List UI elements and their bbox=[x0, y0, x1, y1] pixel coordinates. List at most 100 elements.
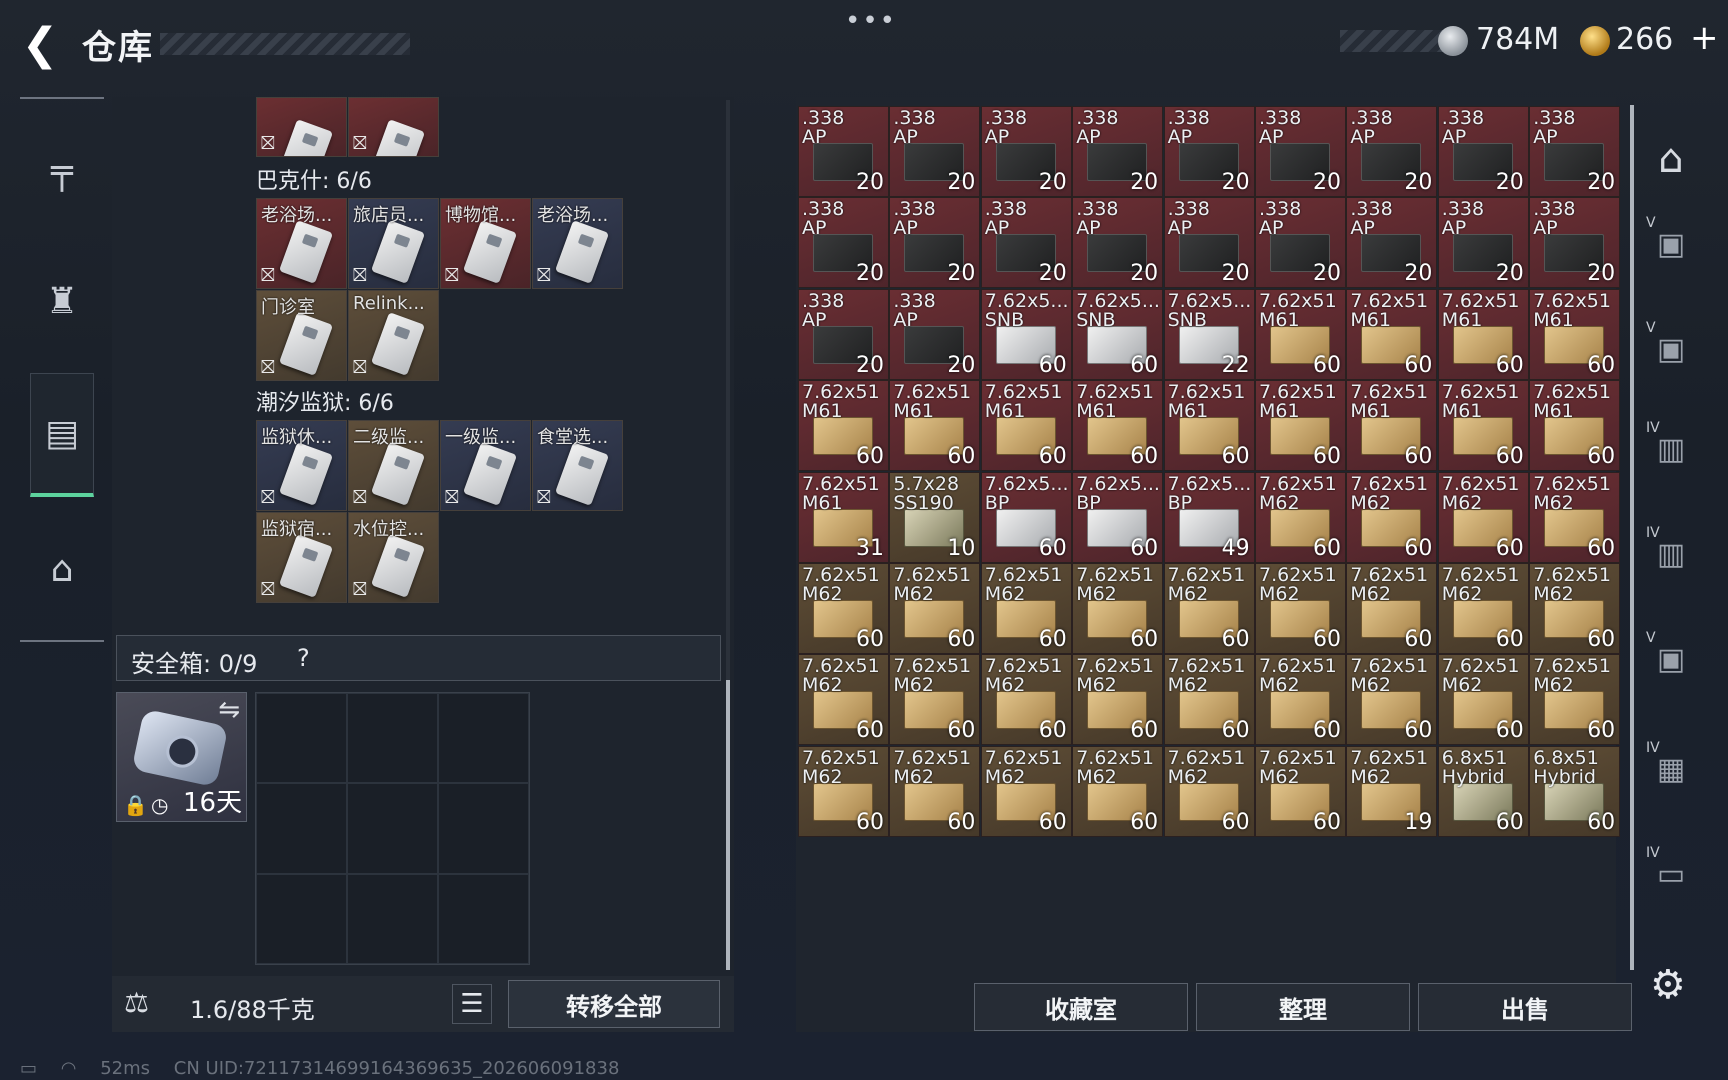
ammo-slot[interactable]: 7.62x51 M62 60 bbox=[1437, 654, 1529, 746]
ammo-slot[interactable]: 7.62x51 M61 60 bbox=[980, 380, 1072, 472]
ammo-slot[interactable]: 7.62x51 M62 60 bbox=[1255, 745, 1346, 837]
ammo-slot[interactable]: 7.62x51 M61 60 bbox=[1529, 288, 1621, 380]
ammo-slot[interactable]: .338 AP 20 bbox=[1529, 197, 1621, 289]
back-arrow-icon[interactable]: ❮ bbox=[18, 19, 62, 70]
key-slot[interactable]: 门诊室 ⛝ bbox=[256, 290, 347, 381]
ammo-slot[interactable]: 7.62x5... BP 49 bbox=[1163, 471, 1255, 563]
ammo-slot[interactable]: 7.62x51 M62 60 bbox=[1529, 654, 1621, 746]
ammo-slot[interactable]: .338 AP 20 bbox=[1255, 106, 1346, 197]
ammo-slot[interactable]: 7.62x51 M62 60 bbox=[1072, 745, 1164, 837]
ammo-slot[interactable]: 7.62x51 M62 60 bbox=[889, 654, 981, 746]
key-slot[interactable]: 监狱休... ⛝ bbox=[256, 420, 347, 511]
container-icon[interactable]: ▤ bbox=[30, 373, 94, 497]
ammo-slot[interactable]: 7.62x51 M61 60 bbox=[1255, 380, 1346, 472]
ammo-slot[interactable]: 7.62x51 M61 60 bbox=[798, 380, 889, 472]
folder-icon[interactable]: ▥ IV bbox=[1642, 525, 1700, 583]
safe-slot[interactable] bbox=[347, 873, 438, 964]
safe-box-item[interactable]: ⇋ 🔒 ◷ 16天 bbox=[116, 692, 247, 822]
ammo-slot[interactable]: 7.62x51 M62 60 bbox=[1437, 471, 1529, 563]
ammo-slot[interactable]: 7.62x51 M62 60 bbox=[1346, 471, 1438, 563]
collection-room-button[interactable]: 收藏室 bbox=[974, 983, 1188, 1031]
more-dots-icon[interactable]: ••• bbox=[845, 6, 897, 36]
rack-icon[interactable]: ▭ IV bbox=[1642, 845, 1700, 903]
swap-icon[interactable]: ⇋ bbox=[218, 695, 240, 725]
ammo-slot[interactable]: .338 AP 20 bbox=[980, 106, 1072, 197]
ammo-slot[interactable]: .338 AP 20 bbox=[1437, 197, 1529, 289]
ammo-slot[interactable]: 7.62x51 M61 31 bbox=[798, 471, 889, 563]
ammo-slot[interactable]: 7.62x51 M62 60 bbox=[980, 563, 1072, 654]
left-scrollbar[interactable] bbox=[726, 680, 730, 970]
ammo-slot[interactable]: 6.8x51 Hybrid 60 bbox=[1529, 745, 1621, 837]
ammo-slot[interactable]: 7.62x51 M62 60 bbox=[980, 745, 1072, 837]
ammo-slot[interactable]: 7.62x51 M61 60 bbox=[1529, 380, 1621, 472]
ammo-slot[interactable]: 7.62x51 M62 60 bbox=[889, 745, 981, 837]
ammo-slot[interactable]: 7.62x5... SNB 60 bbox=[1072, 288, 1164, 380]
ammo-slot[interactable]: .338 AP 20 bbox=[1346, 106, 1438, 197]
ammo-slot[interactable]: .338 AP 20 bbox=[1163, 197, 1255, 289]
ammo-slot[interactable]: 7.62x51 M62 60 bbox=[1255, 563, 1346, 654]
ammo-slot[interactable]: 7.62x51 M61 60 bbox=[889, 380, 981, 472]
ammo-slot[interactable]: 7.62x51 M62 60 bbox=[798, 745, 889, 837]
key-slot[interactable]: ⛝ bbox=[348, 97, 439, 157]
transfer-all-button[interactable]: 转移全部 bbox=[508, 980, 720, 1028]
key-slot[interactable]: 老浴场... ⛝ bbox=[532, 198, 623, 289]
ammo-slot[interactable]: .338 AP 20 bbox=[798, 106, 889, 197]
ammo-slot[interactable]: 7.62x51 M62 60 bbox=[1163, 745, 1255, 837]
safe-slot[interactable] bbox=[256, 783, 347, 874]
ammo-slot[interactable]: .338 AP 20 bbox=[1346, 197, 1438, 289]
ammo-slot[interactable]: .338 AP 20 bbox=[1072, 106, 1164, 197]
sort-button[interactable]: 整理 bbox=[1196, 983, 1410, 1031]
ammo-slot[interactable]: 7.62x51 M62 60 bbox=[1255, 654, 1346, 746]
sell-button[interactable]: 出售 bbox=[1418, 983, 1632, 1031]
safe-slot[interactable] bbox=[256, 873, 347, 964]
ammo-slot[interactable]: 7.62x51 M61 60 bbox=[1346, 380, 1438, 472]
ammo-slot[interactable]: 7.62x51 M62 60 bbox=[1163, 563, 1255, 654]
safe-slot[interactable] bbox=[256, 693, 347, 784]
ammo-slot[interactable]: .338 AP 20 bbox=[798, 288, 889, 380]
key-slot[interactable]: 一级监... ⛝ bbox=[440, 420, 531, 511]
ammo-slot[interactable]: 5.7x28 SS190 10 bbox=[889, 471, 981, 563]
safe-slot[interactable] bbox=[347, 693, 438, 784]
ammo-slot[interactable]: 7.62x51 M62 60 bbox=[889, 563, 981, 654]
ammo-slot[interactable]: 7.62x51 M62 60 bbox=[1346, 563, 1438, 654]
ammo-slot[interactable]: .338 AP 20 bbox=[1072, 197, 1164, 289]
briefcase-icon[interactable]: ⌂ bbox=[30, 537, 94, 601]
ammo-slot[interactable]: 7.62x51 M61 60 bbox=[1072, 380, 1164, 472]
ammo-slot[interactable]: 7.62x51 M61 60 bbox=[1163, 380, 1255, 472]
loadout-icon[interactable]: ▣ V bbox=[1642, 630, 1700, 688]
loadout-icon[interactable]: ▣ V bbox=[1642, 320, 1700, 378]
key-slot[interactable]: 二级监... ⛝ bbox=[348, 420, 439, 511]
ammo-slot[interactable]: .338 AP 20 bbox=[889, 288, 981, 380]
key-slot[interactable]: 食堂选... ⛝ bbox=[532, 420, 623, 511]
ammo-slot[interactable]: 7.62x51 M61 60 bbox=[1437, 288, 1529, 380]
ammo-slot[interactable]: .338 AP 20 bbox=[1163, 106, 1255, 197]
gear-icon[interactable]: ⚙ bbox=[1650, 962, 1686, 1008]
ammo-slot[interactable]: 7.62x5... SNB 22 bbox=[1163, 288, 1255, 380]
ammo-slot[interactable]: .338 AP 20 bbox=[980, 197, 1072, 289]
key-slot[interactable]: 老浴场... ⛝ bbox=[256, 198, 347, 289]
safe-slot[interactable] bbox=[438, 693, 529, 784]
ammo-slot[interactable]: 7.62x5... SNB 60 bbox=[980, 288, 1072, 380]
weapon-icon[interactable]: ╤ bbox=[30, 139, 94, 203]
backpack-icon[interactable]: ♜ bbox=[30, 269, 94, 333]
ammo-slot[interactable]: 7.62x51 M62 19 bbox=[1346, 745, 1438, 837]
ammo-slot[interactable]: 7.62x5... BP 60 bbox=[1072, 471, 1164, 563]
ammo-slot[interactable]: 7.62x5... BP 60 bbox=[980, 471, 1072, 563]
help-icon[interactable]: ? bbox=[297, 644, 310, 672]
ammo-slot[interactable]: 7.62x51 M61 60 bbox=[1255, 288, 1346, 380]
ammo-slot[interactable]: 7.62x51 M62 60 bbox=[1529, 471, 1621, 563]
ammo-slot[interactable]: 7.62x51 M62 60 bbox=[1437, 563, 1529, 654]
ammo-slot[interactable]: 7.62x51 M62 60 bbox=[1255, 471, 1346, 563]
ammo-slot[interactable]: .338 AP 20 bbox=[1529, 106, 1621, 197]
ammo-slot[interactable]: 7.62x51 M62 60 bbox=[1072, 654, 1164, 746]
ammo-slot[interactable]: .338 AP 20 bbox=[798, 197, 889, 289]
ammo-slot[interactable]: 7.62x51 M62 60 bbox=[1529, 563, 1621, 654]
ammo-slot[interactable]: 6.8x51 Hybrid 60 bbox=[1437, 745, 1529, 837]
ammo-slot[interactable]: 7.62x51 M62 60 bbox=[980, 654, 1072, 746]
ammo-slot[interactable]: 7.62x51 M62 60 bbox=[1163, 654, 1255, 746]
add-currency-button[interactable]: + bbox=[1690, 18, 1719, 58]
safe-slot[interactable] bbox=[438, 783, 529, 874]
key-slot[interactable]: 水位控... ⛝ bbox=[348, 512, 439, 603]
ammo-slot[interactable]: .338 AP 20 bbox=[1255, 197, 1346, 289]
safe-slot[interactable] bbox=[347, 783, 438, 874]
